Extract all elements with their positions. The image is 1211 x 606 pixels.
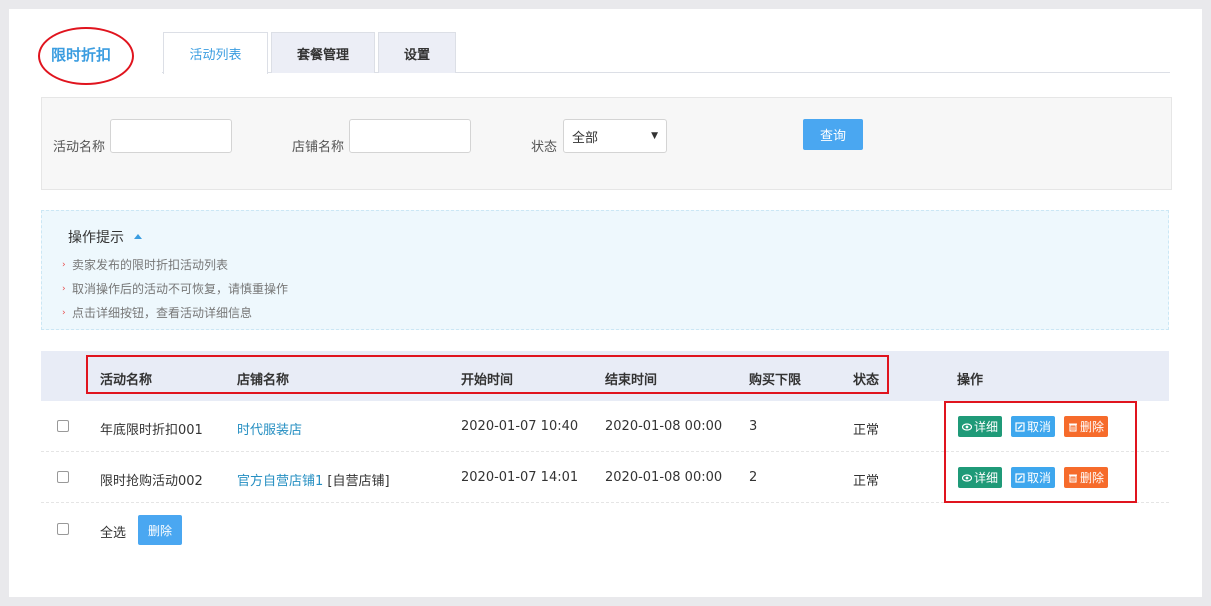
activity-name-label: 活动名称 (53, 140, 106, 155)
tip-item: › 取消操作后的活动不可恢复，请慎重操作 (62, 280, 288, 297)
tab-activity-list[interactable]: 活动列表 (163, 32, 268, 74)
tip-item: › 点击详细按钮，查看活动详细信息 (62, 304, 252, 321)
tips-title[interactable]: 操作提示 (68, 227, 124, 247)
activity-name-input[interactable] (110, 119, 232, 153)
store-link[interactable]: 时代服装店 (237, 419, 302, 438)
tab-settings[interactable]: 设置 (378, 32, 456, 73)
tip-item: › 卖家发布的限时折扣活动列表 (62, 256, 228, 273)
title-highlight-circle (38, 27, 134, 85)
store-cell: 官方自营店铺1 [自营店铺] (237, 470, 390, 489)
status-select-value: 全部 (572, 130, 599, 146)
batch-delete-button[interactable]: 删除 (138, 515, 182, 545)
query-button[interactable]: 查询 (803, 119, 863, 150)
status-text: 正常 (853, 474, 880, 489)
start-time: 2020-01-07 14:01 (461, 470, 579, 485)
tip-text: 卖家发布的限时折扣活动列表 (72, 258, 229, 272)
tip-text: 点击详细按钮，查看活动详细信息 (72, 306, 253, 320)
row-checkbox[interactable] (57, 471, 69, 483)
end-time: 2020-01-08 00:00 (605, 419, 723, 434)
activity-name: 年底限时折扣001 (100, 423, 203, 438)
tips-panel: 操作提示 › 卖家发布的限时折扣活动列表 › 取消操作后的活动不可恢复，请慎重操作 … (41, 210, 1169, 330)
activity-name: 限时抢购活动002 (100, 474, 203, 489)
min-buy: 3 (749, 419, 758, 434)
tip-text: 取消操作后的活动不可恢复，请慎重操作 (72, 282, 289, 296)
bullet-icon: › (62, 307, 66, 318)
store-link[interactable]: 官方自营店铺1 (237, 474, 323, 489)
caret-up-icon[interactable] (134, 234, 142, 239)
end-time: 2020-01-08 00:00 (605, 470, 723, 485)
store-name-label: 店铺名称 (292, 140, 345, 155)
caret-down-icon: ▼ (651, 131, 658, 141)
select-all-checkbox[interactable] (57, 523, 69, 535)
store-tag: [自营店铺] (327, 474, 390, 489)
actions-highlight-box (944, 401, 1137, 503)
bullet-icon: › (62, 283, 66, 294)
columns-highlight-box (86, 355, 889, 394)
search-panel: 活动名称 店铺名称 状态 全部 ▼ 查询 (41, 97, 1172, 190)
status-text: 正常 (853, 423, 880, 438)
tab-package-management[interactable]: 套餐管理 (271, 32, 375, 73)
bullet-icon: › (62, 259, 66, 270)
store-name-input[interactable] (349, 119, 471, 153)
col-actions: 操作 (957, 373, 984, 388)
status-label: 状态 (531, 140, 558, 155)
start-time: 2020-01-07 10:40 (461, 419, 579, 434)
min-buy: 2 (749, 470, 758, 485)
row-checkbox[interactable] (57, 420, 69, 432)
status-select[interactable]: 全部 ▼ (563, 119, 667, 153)
select-all-label: 全选 (100, 526, 127, 541)
